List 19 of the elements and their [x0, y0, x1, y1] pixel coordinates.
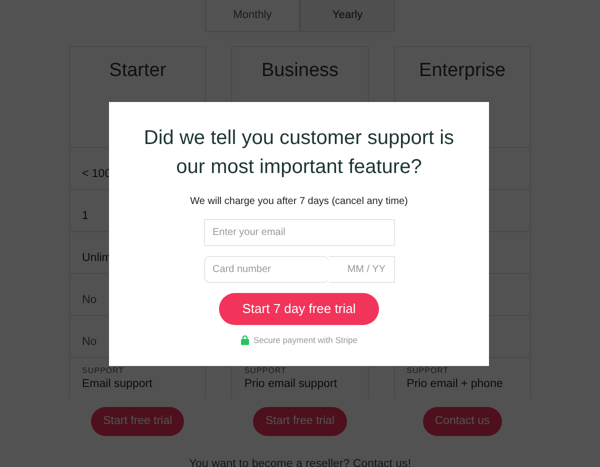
trial-button[interactable]: Contact us — [422, 407, 502, 436]
billing-tab[interactable]: Yearly — [300, 0, 395, 32]
contact-link[interactable]: Contact us! — [352, 458, 412, 467]
feature-value: Email support — [82, 378, 152, 390]
reseller-text: You want to become a reseller? Contact us! — [188, 457, 412, 467]
plan-name: Enterprise — [419, 60, 506, 81]
email-field[interactable]: Enter your email — [204, 219, 394, 246]
modal-subtitle: We will charge you after 7 days (cancel any time) — [189, 195, 409, 209]
feature-value: Prio email support — [244, 378, 338, 390]
lock-icon — [240, 335, 249, 346]
trial-button[interactable]: Start free trial — [91, 407, 184, 436]
start-trial-button[interactable]: Start 7 day free trial — [219, 293, 379, 325]
trial-button[interactable]: Start free trial — [253, 407, 346, 436]
feature-value: 1 — [82, 210, 88, 222]
secure-note: Secure payment with Stripe — [254, 334, 358, 347]
feature-value: Prio email + phone — [406, 378, 503, 390]
modal-title: Did we tell you customer support is our most important feature? — [142, 126, 456, 180]
plan-name: Business — [261, 60, 339, 81]
plan-name: Starter — [109, 60, 166, 81]
